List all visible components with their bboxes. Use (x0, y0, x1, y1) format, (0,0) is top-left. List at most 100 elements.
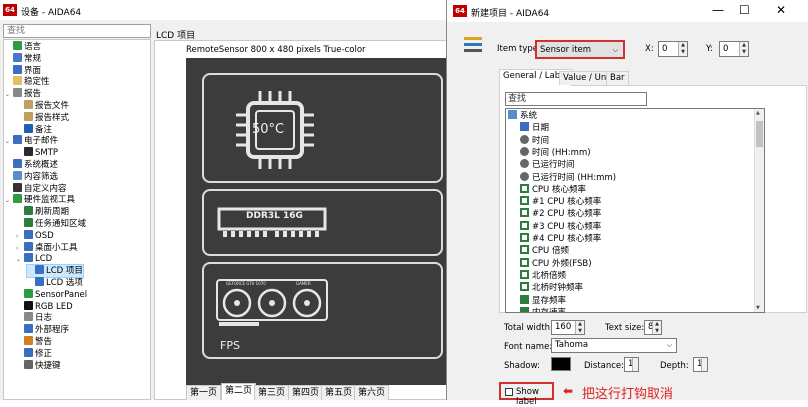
tree-item[interactable]: 修正 (16, 347, 52, 360)
sensor-list-item[interactable]: 系统 (508, 110, 537, 122)
page-tab[interactable]: 第一页 (186, 385, 222, 400)
tree-item[interactable]: 备注 (16, 123, 52, 136)
tree-item[interactable]: RGB LED (16, 300, 73, 313)
distance-spinner-arrows[interactable] (632, 358, 638, 371)
cpu-panel[interactable]: 50°C (202, 73, 443, 183)
sensor-list-item[interactable]: 已运行时间 (520, 159, 575, 171)
sensor-list-item[interactable]: CPU 倍频 (520, 245, 569, 257)
tree-item[interactable]: 语言 (5, 41, 41, 53)
sensor-search-input[interactable]: 查找 (505, 92, 647, 106)
sensorpanel-icon (24, 288, 33, 298)
total-width-spinner-arrows[interactable]: ▲ ▼ (575, 321, 584, 334)
distance-field[interactable]: 1 (624, 357, 639, 372)
log-icon (24, 312, 33, 322)
y-position-field[interactable]: 0 ▲ ▼ (719, 41, 749, 57)
tree-item[interactable]: 刷新周期 (16, 206, 69, 218)
tab-bar[interactable]: Bar (606, 71, 629, 85)
tree-item[interactable]: SensorPanel (16, 288, 87, 301)
rgb-led-icon (24, 300, 33, 310)
sensor-list-item[interactable]: 内存速率 (520, 306, 566, 312)
x-position-field[interactable]: 0 ▲ ▼ (658, 41, 688, 57)
tree-item[interactable]: 系统概述 (5, 159, 58, 171)
cpu-icon (520, 220, 529, 230)
text-size-spinner-arrows[interactable]: ▲ ▼ (652, 321, 661, 334)
tree-item[interactable]: 报告文件 (16, 100, 69, 112)
tree-item[interactable]: 外部程序 (16, 324, 69, 336)
tree-item[interactable]: › OSD (16, 229, 54, 242)
cpu-icon (520, 208, 529, 218)
text-size-field[interactable]: 8 ▲ ▼ (644, 320, 662, 335)
scroll-down-icon[interactable]: ▼ (756, 305, 760, 311)
tree-item[interactable]: SMTP (16, 147, 58, 159)
show-label-checkbox[interactable] (505, 388, 513, 396)
refresh-icon (24, 206, 33, 216)
expanded-chevron-icon[interactable]: ⌄ (16, 254, 24, 266)
y-spinner-arrows[interactable]: ▲ ▼ (739, 42, 748, 56)
tree-item[interactable]: 自定义内容 (5, 182, 67, 195)
tree-item[interactable]: LCD 选项 (27, 277, 83, 289)
depth-spinner-arrows[interactable] (701, 358, 707, 371)
tree-item-label: 报告 (24, 89, 42, 100)
scroll-up-icon[interactable]: ▲ (756, 110, 760, 116)
sensor-list-item[interactable]: CPU 核心频率 (520, 183, 586, 196)
sensor-list-item[interactable]: 日期 (520, 122, 549, 134)
main-window-title: 设备 - AIDA64 (21, 8, 82, 18)
page-tab[interactable]: 第五页 (321, 385, 357, 400)
tree-search-input[interactable]: 查找 (3, 24, 151, 38)
close-button[interactable]: ✕ (776, 3, 786, 17)
expanded-chevron-icon[interactable]: ⌄ (5, 195, 13, 207)
sensor-list-item[interactable]: 北桥时钟频率 (520, 282, 583, 294)
filter-icon (13, 170, 22, 180)
sensor-list-item[interactable]: 已运行时间 (HH:mm) (520, 171, 616, 184)
tree-item[interactable]: 界面 (5, 64, 41, 77)
sensor-list[interactable]: ▲ ▼ 系统 日期 时间 时间 (HH:mm) 已运行时间 已运行时间 (HH:mm) CP… (505, 108, 765, 313)
tree-item[interactable]: 内容筛选 (5, 170, 58, 183)
tree-item[interactable]: › 桌面小工具 (16, 241, 78, 254)
sensor-list-item[interactable]: #4 CPU 核心频率 (520, 233, 601, 245)
tree-item[interactable]: ⌄ LCD (16, 253, 52, 265)
sensor-list-item[interactable]: #1 CPU 核心频率 (520, 196, 601, 208)
tree-item[interactable]: 稳定性 (5, 76, 50, 88)
page-tab[interactable]: 第二页 (221, 383, 257, 400)
tree-item[interactable]: 任务通知区域 (16, 218, 86, 230)
sensor-list-item[interactable]: #3 CPU 核心频率 (520, 220, 601, 233)
computer-icon (508, 110, 517, 119)
sensor-item-label: 时间 (HH:mm) (532, 147, 591, 158)
tree-item[interactable]: ⌄ 硬件监视工具 (5, 194, 75, 206)
tree-item[interactable]: ⌄ 报告 (5, 88, 41, 100)
sensor-list-item[interactable]: 时间 (520, 134, 549, 147)
tree-item[interactable]: 常规 (5, 52, 42, 65)
expanded-chevron-icon[interactable]: ⌄ (5, 136, 13, 148)
item-type-select[interactable]: Sensor item ⌵ (535, 40, 625, 59)
expanded-chevron-icon[interactable]: ⌄ (5, 89, 13, 101)
ram-panel[interactable]: DDR3L 16G (202, 189, 443, 256)
scrollbar-thumb[interactable] (756, 121, 763, 147)
tree-item[interactable]: 快捷键 (16, 359, 61, 372)
tree-item-label: 常规 (24, 53, 42, 64)
font-name-select[interactable]: Tahoma ⌵ (551, 338, 677, 353)
sensor-list-item[interactable]: 北桥倍频 (520, 269, 566, 282)
sensor-list-scrollbar[interactable]: ▲ ▼ (754, 109, 764, 312)
page-tab[interactable]: 第三页 (254, 385, 290, 400)
tree-item[interactable]: LCD 项目 (26, 264, 84, 278)
sensor-list-item[interactable]: CPU 外频(FSB) (520, 257, 592, 270)
tree-item[interactable]: 日志 (16, 312, 52, 324)
page-tab[interactable]: 第四页 (288, 385, 324, 400)
depth-field[interactable]: 1 (693, 357, 708, 372)
maximize-button[interactable]: ☐ (739, 3, 750, 17)
minimize-button[interactable]: — (712, 3, 724, 17)
lcd-preview-screen[interactable]: 50°C DDR3L 16G GEFORCE GTX 1070 GAMER FP… (186, 58, 452, 385)
x-spinner-arrows[interactable]: ▲ ▼ (678, 42, 687, 56)
tree-item[interactable]: 报告样式 (16, 111, 69, 124)
total-width-field[interactable]: 160 ▲ ▼ (551, 320, 585, 335)
cpu-icon (520, 183, 529, 193)
sensor-list-item[interactable]: 时间 (HH:mm) (520, 146, 591, 159)
gpu-panel[interactable]: GEFORCE GTX 1070 GAMER FPS (202, 262, 443, 359)
page-tab[interactable]: 第六页 (354, 385, 390, 400)
shadow-color-swatch[interactable] (551, 357, 571, 371)
sensor-list-item[interactable]: 显存频率 (520, 294, 566, 307)
sensor-list-item[interactable]: #2 CPU 核心频率 (520, 208, 601, 220)
tree-item[interactable]: 警告 (16, 336, 52, 348)
tree-item[interactable]: ⌄ 电子邮件 (5, 135, 58, 147)
tree-item-label: 语言 (24, 42, 42, 52)
